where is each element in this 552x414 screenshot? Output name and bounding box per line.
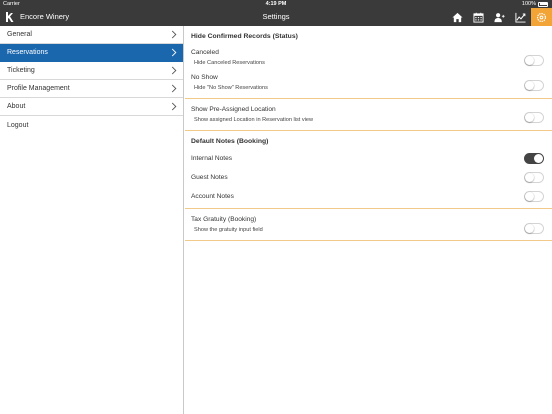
nav-bar: Encore Winery Settings	[0, 8, 552, 26]
logout-label: Logout	[7, 121, 29, 129]
sidebar-item-label: General	[7, 31, 32, 38]
sidebar-item-about[interactable]: About	[0, 98, 183, 116]
setting-title-internal-notes: Internal Notes	[191, 155, 233, 162]
toggle-knob	[525, 56, 534, 65]
battery-percent: 100%	[521, 1, 536, 7]
toggle-pre-assigned-location[interactable]	[524, 112, 544, 123]
setting-title-guest-notes: Guest Notes	[191, 174, 228, 181]
reports-button[interactable]	[510, 8, 531, 26]
setting-subtitle-pre-assigned: Show assigned Location in Reservation li…	[194, 117, 314, 123]
toggle-hide-canceled[interactable]	[524, 55, 544, 66]
nav-icon-group	[447, 8, 552, 26]
toggle-knob	[525, 224, 534, 233]
battery-icon	[538, 1, 548, 7]
sidebar-item-profile-management[interactable]: Profile Management	[0, 80, 183, 98]
sidebar-item-general[interactable]: General	[0, 26, 183, 44]
toggle-guest-notes[interactable]	[524, 172, 544, 183]
toggle-hide-no-show[interactable]	[524, 80, 544, 91]
section-header-default-notes: Default Notes (Booking)	[191, 138, 269, 145]
divider	[185, 98, 552, 99]
logout-button[interactable]: Logout	[0, 116, 183, 134]
chevron-right-icon	[171, 66, 177, 75]
toggle-internal-notes[interactable]	[524, 153, 544, 164]
sidebar-item-label: About	[7, 103, 26, 110]
calendar-icon	[473, 12, 484, 23]
settings-icon	[536, 12, 547, 22]
setting-subtitle-no-show: Hide "No Show" Reservations	[194, 85, 268, 91]
setting-title-no-show: No Show	[191, 74, 218, 81]
settings-button[interactable]	[531, 8, 552, 26]
setting-title-canceled: Canceled	[191, 49, 219, 56]
divider	[185, 208, 552, 209]
battery-indicator: 100%	[522, 0, 548, 8]
home-button[interactable]	[447, 8, 468, 26]
chevron-right-icon	[171, 84, 177, 93]
toggle-knob	[534, 154, 543, 163]
section-header-hide-confirmed: Hide Confirmed Records (Status)	[191, 33, 298, 40]
chevron-right-icon	[171, 48, 177, 57]
calendar-button[interactable]	[468, 8, 489, 26]
toggle-knob	[525, 113, 534, 122]
status-bar: Carrier 4:19 PM 100%	[0, 0, 552, 8]
sidebar-item-label: Ticketing	[7, 67, 35, 74]
setting-title-pre-assigned: Show Pre-Assigned Location	[191, 106, 276, 113]
sidebar-item-ticketing[interactable]: Ticketing	[0, 62, 183, 80]
divider	[185, 240, 552, 241]
setting-subtitle-canceled: Hide Canceled Reservations	[194, 60, 265, 66]
toggle-knob	[525, 81, 534, 90]
sidebar-item-label: Profile Management	[7, 85, 70, 92]
setting-title-account-notes: Account Notes	[191, 193, 234, 200]
user-add-icon	[494, 12, 505, 22]
app-name: Encore Winery	[20, 12, 70, 21]
setting-title-tax-gratuity: Tax Gratuity (Booking)	[191, 216, 257, 223]
settings-panel: Hide Confirmed Records (Status) Canceled…	[185, 26, 552, 414]
sidebar-item-label: Reservations	[7, 49, 48, 56]
divider	[185, 130, 552, 131]
logo-icon	[6, 12, 14, 22]
chart-icon	[515, 12, 526, 23]
sidebar-item-reservations[interactable]: Reservations	[0, 44, 183, 62]
setting-subtitle-tax-gratuity: Show the gratuity input field	[194, 227, 263, 233]
add-user-button[interactable]	[489, 8, 510, 26]
chevron-right-icon	[171, 102, 177, 111]
toggle-knob	[525, 192, 534, 201]
status-time: 4:19 PM	[265, 1, 287, 7]
sidebar: General Reservations Ticketing Profile M…	[0, 26, 184, 414]
toggle-account-notes[interactable]	[524, 191, 544, 202]
home-icon	[452, 12, 463, 22]
toggle-knob	[525, 173, 534, 182]
chevron-right-icon	[171, 30, 177, 39]
toggle-tax-gratuity[interactable]	[524, 223, 544, 234]
